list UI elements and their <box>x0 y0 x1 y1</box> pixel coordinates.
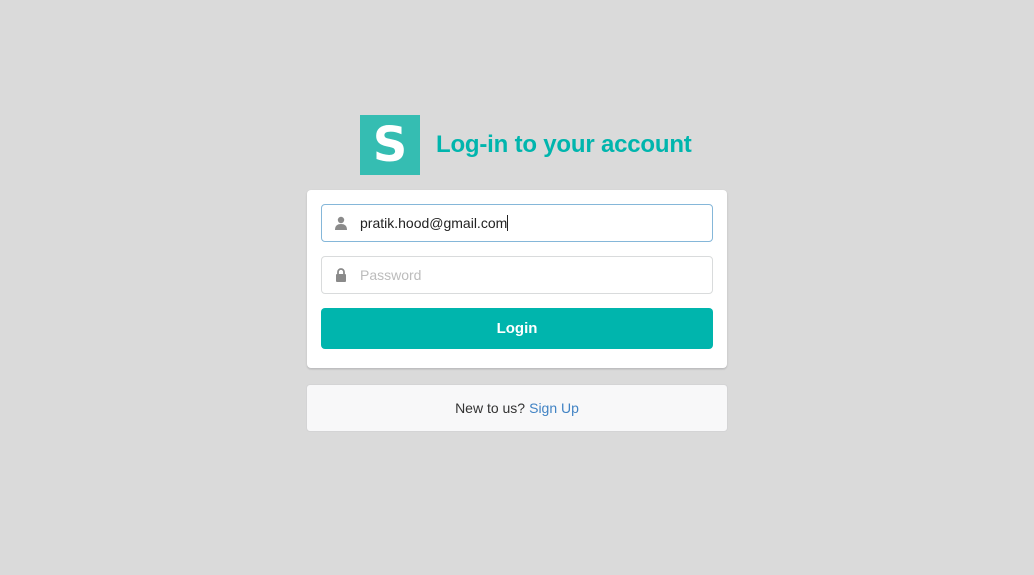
signup-message: New to us? Sign Up <box>306 384 728 432</box>
signup-prompt: New to us? <box>455 400 526 416</box>
app-logo: S <box>360 115 420 175</box>
login-header: S Log-in to your account <box>360 115 692 175</box>
email-input[interactable]: pratik.hood@gmail.com <box>360 215 509 231</box>
email-field[interactable]: pratik.hood@gmail.com <box>321 204 713 242</box>
page-title: Log-in to your account <box>436 131 692 158</box>
password-field[interactable] <box>321 256 713 294</box>
logo-letter: S <box>372 117 408 173</box>
email-value: pratik.hood@gmail.com <box>360 215 508 231</box>
login-form: pratik.hood@gmail.com Login <box>307 190 727 368</box>
text-caret <box>507 215 509 231</box>
password-input[interactable] <box>360 260 700 290</box>
signup-link[interactable]: Sign Up <box>529 400 579 416</box>
user-icon <box>322 205 360 241</box>
login-button[interactable]: Login <box>321 308 713 349</box>
login-page: S Log-in to your account pratik.hood@gma… <box>0 0 1034 575</box>
lock-icon <box>322 257 360 293</box>
